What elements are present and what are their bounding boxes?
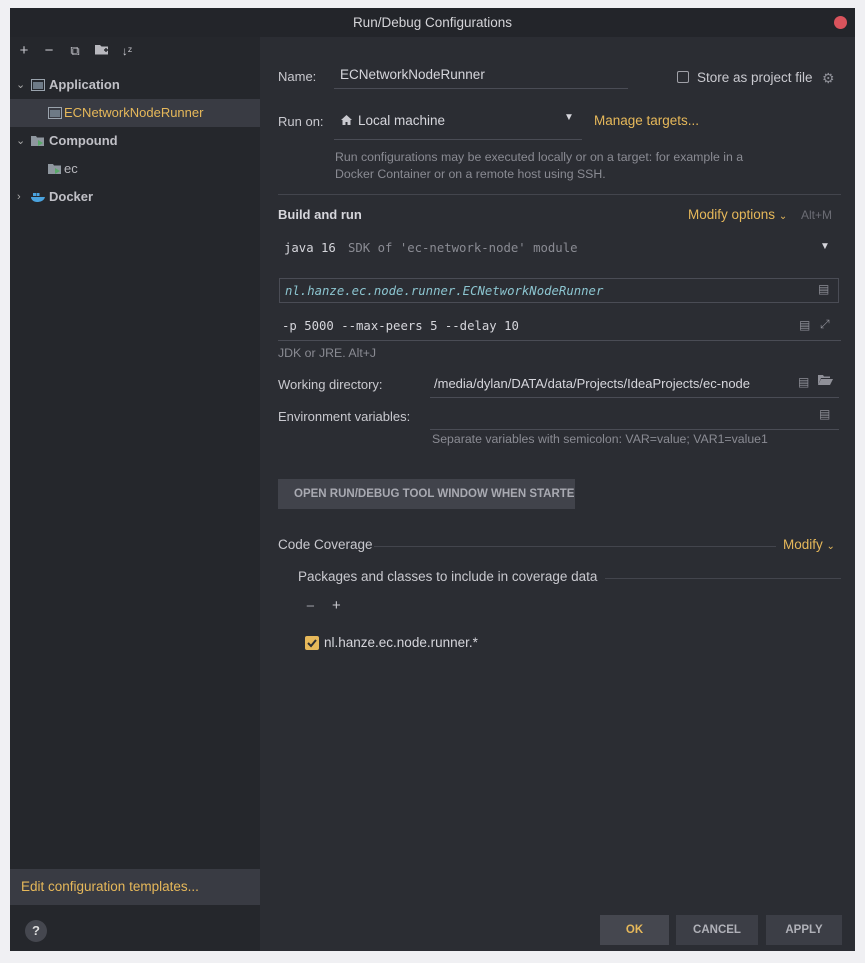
store-as-project-file-checkbox[interactable] [677,71,689,83]
tree-item-docker[interactable]: › Docker [10,183,260,211]
environment-variables-hint: Separate variables with semicolon: VAR=v… [432,432,768,446]
coverage-entry-checkbox[interactable] [305,636,319,650]
manage-targets-link[interactable]: Manage targets... [594,113,699,128]
program-arguments-input[interactable]: -p 5000 --max-peers 5 --delay 10 ▤ ⤢ [278,313,841,341]
main-class-input[interactable]: nl.hanze.ec.node.runner.ECNetworkNodeRun… [279,278,839,303]
macro-icon[interactable]: ▤ [798,375,809,389]
main-class-value: nl.hanze.ec.node.runner.ECNetworkNodeRun… [285,284,604,298]
name-label: Name: [278,69,317,84]
apply-button[interactable]: APPLY [766,915,842,945]
jdk-select[interactable]: java 16 SDK of 'ec-network-node' module … [278,232,841,264]
working-directory-input[interactable]: /media/dylan/DATA/data/Projects/IdeaProj… [430,370,839,398]
macro-icon[interactable]: ▤ [799,318,810,332]
add-icon[interactable]: + [332,597,341,614]
environment-variables-input[interactable]: ▤ [430,402,839,430]
folder-icon[interactable] [93,43,109,59]
build-and-run-title: Build and run [278,207,362,222]
compound-icon [48,164,61,174]
chevron-right-icon[interactable]: › [17,183,27,211]
application-icon [48,107,62,119]
environment-variables-label: Environment variables: [278,409,411,424]
tree-label-docker: Docker [49,189,94,204]
dialog-titlebar: Run/Debug Configurations [10,8,855,37]
home-icon [341,115,352,125]
compound-icon [31,136,44,146]
run-on-label: Run on: [278,114,324,129]
modify-options-shortcut: Alt+M [801,208,833,222]
sort-icon[interactable]: ↓ᶻ [119,43,135,59]
tree-item-application[interactable]: ⌄ Application [10,71,260,99]
tree-label-application: Application [49,77,120,92]
copy-icon[interactable]: ⧉ [67,43,83,59]
close-button[interactable] [834,16,847,29]
modify-options-link[interactable]: Modify options ⌄ [688,207,787,222]
config-sidebar: + − ⧉ ↓ᶻ ⌄ Application ECNetworkNodeRunn… [10,37,260,951]
run-on-value: Local machine [358,113,446,128]
run-on-hint: Run configurations may be executed local… [335,150,744,181]
check-icon [307,639,317,648]
remove-icon[interactable]: − [306,598,315,615]
program-arguments-value: -p 5000 --max-peers 5 --delay 10 [282,319,519,333]
remove-icon[interactable]: − [41,43,57,59]
run-debug-dialog: Run/Debug Configurations + − ⧉ ↓ᶻ ⌄ Appl… [10,8,855,951]
coverage-modify-label: Modify [783,537,823,552]
tree-item-ec[interactable]: ec [10,155,260,183]
modify-options-label: Modify options [688,207,776,222]
chevron-down-icon: ⌄ [826,541,835,552]
help-button[interactable]: ? [25,920,47,942]
open-tool-window-option[interactable]: OPEN RUN/DEBUG TOOL WINDOW WHEN STARTED [278,479,575,509]
coverage-entry-label: nl.hanze.ec.node.runner.* [324,635,478,650]
chevron-down-icon[interactable]: ⌄ [16,71,26,99]
browse-icon[interactable]: ▤ [818,282,829,296]
ok-button[interactable]: OK [600,915,669,945]
tree-label-compound: Compound [49,133,118,148]
tree-label-ecnetworknoderunner: ECNetworkNodeRunner [64,105,204,120]
add-icon[interactable]: + [16,43,32,59]
cancel-button[interactable]: CANCEL [676,915,758,945]
working-directory-value: /media/dylan/DATA/data/Projects/IdeaProj… [434,376,751,391]
coverage-packages-title: Packages and classes to include in cover… [298,569,598,584]
tree-label-ec: ec [64,161,78,176]
chevron-down-icon: ⌄ [778,211,788,222]
jdk-sdk: SDK of 'ec-network-node' module [348,241,578,255]
separator [278,194,841,195]
chevron-down-icon: ▼ [564,112,574,123]
folder-open-icon[interactable] [818,374,833,389]
application-icon [31,79,45,91]
jdk-hint: JDK or JRE. Alt+J [278,346,377,360]
edit-configuration-templates-link[interactable]: Edit configuration templates... [10,869,260,905]
separator [605,578,841,579]
expand-icon[interactable]: ⤢ [820,317,830,332]
store-as-project-file-label[interactable]: Store as project file [697,70,813,85]
run-on-select[interactable]: Local machine ▼ [334,101,582,140]
gear-icon[interactable]: ⚙ [822,70,835,87]
separator [374,546,776,547]
coverage-modify-link[interactable]: Modify ⌄ [783,537,835,552]
working-directory-label: Working directory: [278,377,383,392]
browse-icon[interactable]: ▤ [819,407,830,421]
dialog-title: Run/Debug Configurations [352,15,513,30]
docker-icon [31,193,45,202]
tree-item-compound[interactable]: ⌄ Compound [10,127,260,155]
code-coverage-title: Code Coverage [278,537,373,552]
chevron-down-icon[interactable]: ⌄ [16,127,26,155]
name-input[interactable]: ECNetworkNodeRunner [334,61,628,89]
chevron-down-icon: ▼ [820,241,830,252]
tree-item-ecnetworknoderunner[interactable]: ECNetworkNodeRunner [10,99,260,127]
jdk-value: java 16 [284,241,336,255]
